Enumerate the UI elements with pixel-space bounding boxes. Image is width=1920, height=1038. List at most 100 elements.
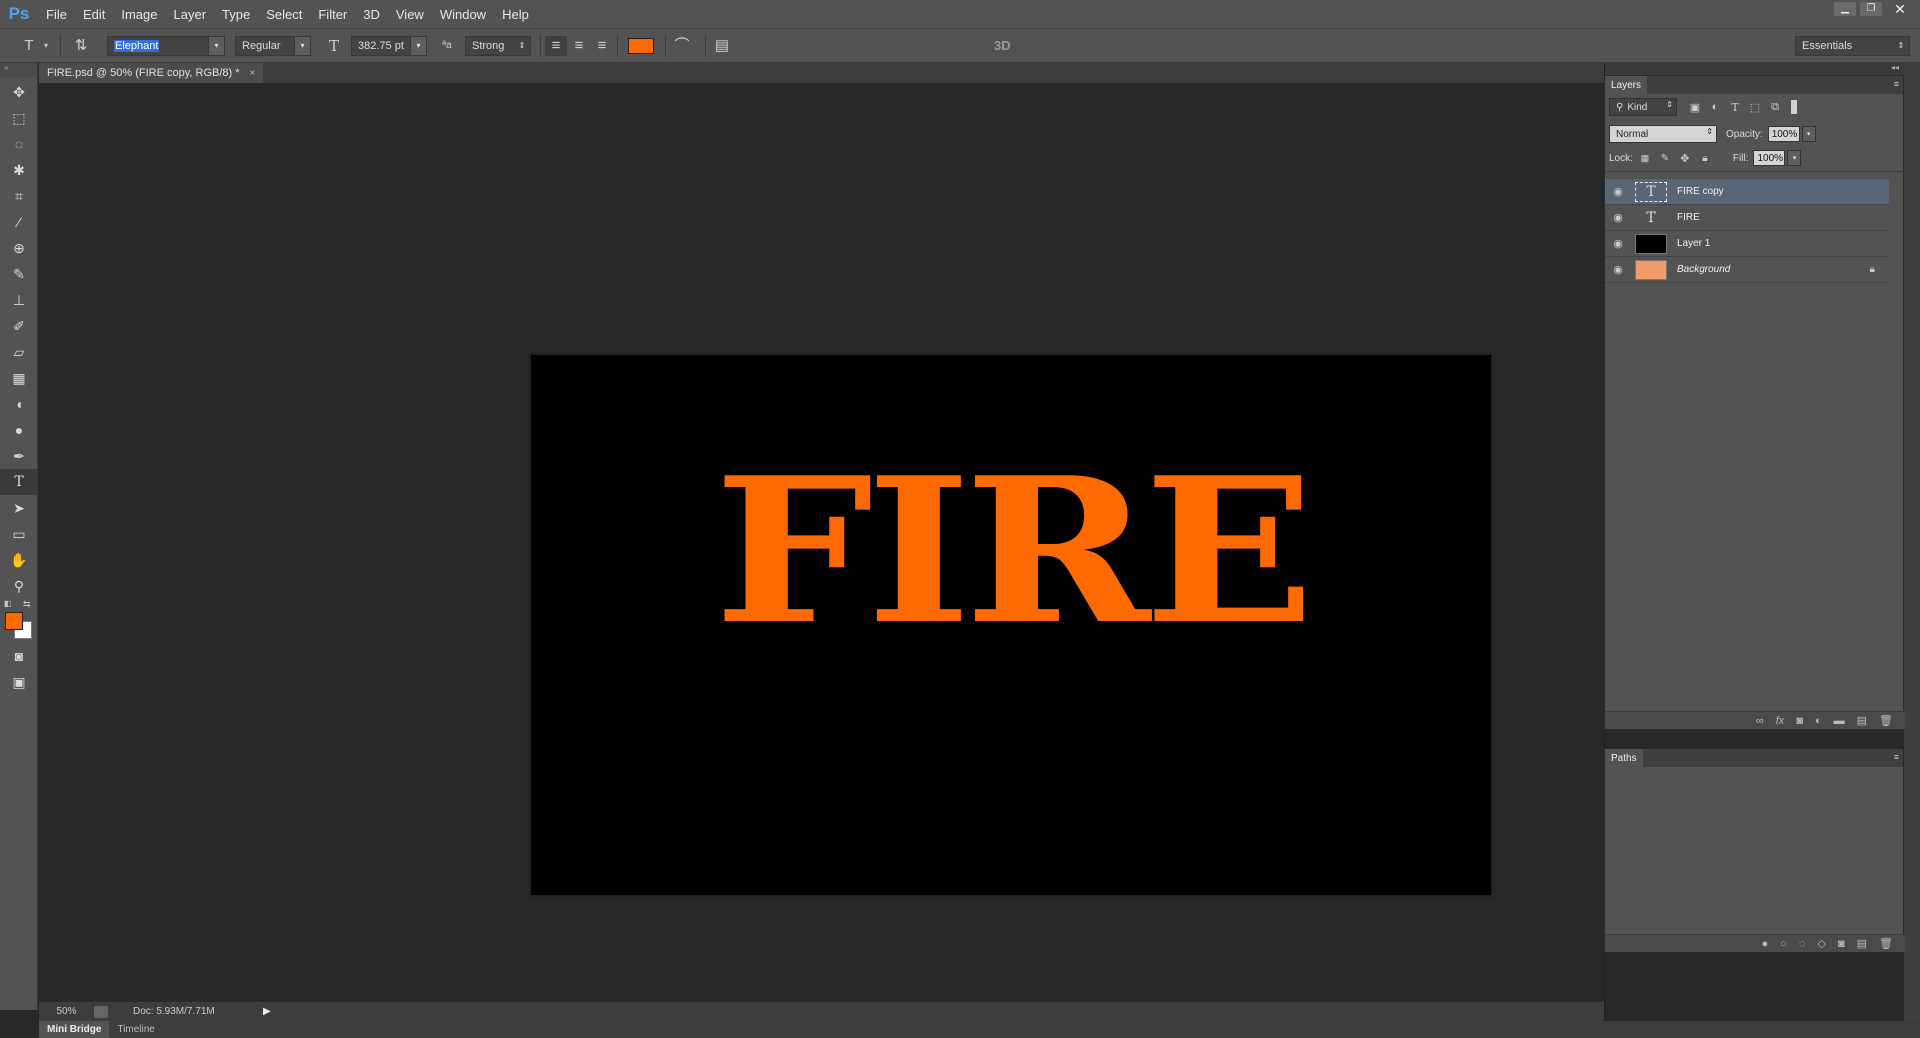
opacity-dropdown-icon[interactable]: ▾: [1801, 126, 1816, 142]
character-panel-icon[interactable]: ▤: [711, 36, 733, 56]
menu-select[interactable]: Select: [258, 0, 310, 28]
fill-input[interactable]: 100%: [1753, 150, 1786, 166]
layer-style-fx-icon[interactable]: fx: [1776, 715, 1785, 727]
path-to-selection-icon[interactable]: ◌: [1799, 938, 1806, 950]
crop-tool-icon[interactable]: ⌗: [0, 183, 38, 209]
visibility-eye-icon[interactable]: ◉: [1605, 185, 1631, 198]
delete-layer-icon[interactable]: 🗑︎: [1879, 714, 1893, 727]
preset-dropdown-icon[interactable]: ▾: [44, 36, 48, 56]
eyedropper-tool-icon[interactable]: ⁄: [0, 209, 38, 235]
align-center-icon[interactable]: ≡: [568, 36, 590, 56]
minimize-button[interactable]: ▁: [1834, 2, 1856, 16]
zoom-level[interactable]: 50%: [39, 1006, 94, 1017]
zoom-tool-icon[interactable]: ⚲: [0, 573, 38, 599]
antialias-select[interactable]: Strong ⇕: [465, 36, 531, 56]
dodge-tool-icon[interactable]: ●: [0, 417, 38, 443]
magic-wand-tool-icon[interactable]: ✱: [0, 157, 38, 183]
new-path-icon[interactable]: ▤: [1857, 937, 1867, 950]
tab-timeline[interactable]: Timeline: [109, 1021, 162, 1038]
restore-button[interactable]: ❐: [1860, 2, 1882, 16]
font-size-input[interactable]: 382.75 pt ▾: [351, 36, 427, 56]
adjustment-layer-icon[interactable]: ◐: [1815, 715, 1822, 727]
type-tool-icon[interactable]: T: [0, 469, 38, 495]
quick-mask-icon[interactable]: ◙: [0, 643, 38, 669]
menu-help[interactable]: Help: [494, 0, 537, 28]
menu-layer[interactable]: Layer: [166, 0, 215, 28]
layer-row-background[interactable]: ◉ Background 🔒︎: [1605, 257, 1889, 283]
panel-menu-icon[interactable]: ≡: [1894, 752, 1899, 762]
fill-dropdown-icon[interactable]: ▾: [1787, 150, 1802, 166]
layer-name[interactable]: FIRE copy: [1677, 186, 1724, 197]
marquee-tool-icon[interactable]: ⬚: [0, 105, 38, 131]
filter-type-icon[interactable]: T: [1725, 101, 1745, 114]
dock-scrollbar[interactable]: [1904, 63, 1920, 1021]
menu-edit[interactable]: Edit: [75, 0, 113, 28]
default-colors-icon[interactable]: ◧: [4, 599, 12, 608]
align-right-icon[interactable]: ≡: [591, 36, 613, 56]
layer-name[interactable]: Background: [1677, 264, 1730, 275]
link-layers-icon[interactable]: ∞: [1756, 715, 1764, 727]
tab-layers[interactable]: Layers: [1605, 76, 1648, 94]
blend-mode-select[interactable]: Normal ⇕: [1609, 125, 1717, 143]
document-tab[interactable]: FIRE.psd @ 50% (FIRE copy, RGB/8) * ×: [39, 63, 264, 83]
healing-brush-tool-icon[interactable]: ⊕: [0, 235, 38, 261]
layer-name[interactable]: Layer 1: [1677, 238, 1710, 249]
status-menu-arrow-icon[interactable]: ▶: [263, 1006, 271, 1017]
close-window-button[interactable]: ✕: [1886, 2, 1914, 16]
move-tool-icon[interactable]: ✥: [0, 79, 38, 105]
pen-tool-icon[interactable]: ✒: [0, 443, 38, 469]
visibility-eye-icon[interactable]: ◉: [1605, 237, 1631, 250]
gradient-tool-icon[interactable]: ▦: [0, 365, 38, 391]
panel-menu-icon[interactable]: ≡: [1894, 79, 1899, 89]
menu-view[interactable]: View: [388, 0, 432, 28]
brush-tool-icon[interactable]: ✎: [0, 261, 38, 287]
dock-collapse-icon[interactable]: ◂◂: [1605, 63, 1920, 75]
text-color-swatch[interactable]: [628, 38, 654, 54]
lock-all-icon[interactable]: 🔒︎: [1695, 153, 1715, 164]
fill-path-icon[interactable]: ●: [1762, 938, 1769, 950]
font-style-select[interactable]: Regular ▾: [235, 36, 311, 56]
path-selection-tool-icon[interactable]: ➤: [0, 495, 38, 521]
layer-row-fire[interactable]: ◉ T FIRE: [1605, 205, 1889, 231]
screen-mode-icon[interactable]: ▣: [0, 669, 38, 695]
visibility-eye-icon[interactable]: ◉: [1605, 211, 1631, 224]
blur-tool-icon[interactable]: ◖: [0, 391, 38, 417]
tab-paths[interactable]: Paths: [1605, 749, 1643, 767]
eraser-tool-icon[interactable]: ▱: [0, 339, 38, 365]
foreground-color-swatch[interactable]: [5, 612, 23, 630]
lock-image-icon[interactable]: ✎: [1655, 153, 1675, 164]
new-group-icon[interactable]: ▬: [1834, 715, 1845, 727]
filter-adjustment-icon[interactable]: ◐: [1705, 101, 1725, 113]
menu-window[interactable]: Window: [432, 0, 494, 28]
align-left-icon[interactable]: ≡: [545, 36, 567, 56]
opacity-input[interactable]: 100%: [1767, 126, 1800, 142]
rectangle-tool-icon[interactable]: ▭: [0, 521, 38, 547]
type-tool-preset-icon[interactable]: T: [18, 36, 40, 56]
filter-pixel-icon[interactable]: ▣: [1685, 101, 1705, 114]
menu-filter[interactable]: Filter: [310, 0, 355, 28]
menu-3d[interactable]: 3D: [355, 0, 388, 28]
hand-tool-icon[interactable]: ✋: [0, 547, 38, 573]
lock-transparent-icon[interactable]: ▦: [1635, 153, 1655, 164]
filter-shape-icon[interactable]: ⬚: [1745, 101, 1765, 114]
lock-position-icon[interactable]: ✥: [1675, 152, 1695, 165]
clone-stamp-tool-icon[interactable]: ⊥: [0, 287, 38, 313]
delete-path-icon[interactable]: 🗑︎: [1879, 937, 1893, 950]
status-info-icon[interactable]: [94, 1005, 108, 1018]
workspace-select[interactable]: Essentials ⇕: [1795, 36, 1910, 56]
font-family-select[interactable]: Elephant ▾: [107, 36, 225, 56]
stroke-path-icon[interactable]: ○: [1780, 938, 1787, 950]
layer-name[interactable]: FIRE: [1677, 212, 1700, 223]
new-layer-icon[interactable]: ▤: [1857, 714, 1867, 727]
toolbox-collapse-icon[interactable]: »: [0, 63, 37, 77]
swap-colors-icon[interactable]: ⇆: [23, 599, 31, 610]
lasso-tool-icon[interactable]: ◌: [0, 131, 38, 157]
filter-kind-select[interactable]: ⚲ Kind ⇕: [1609, 98, 1677, 116]
menu-file[interactable]: File: [38, 0, 75, 28]
document-canvas[interactable]: FIRE: [531, 355, 1491, 895]
selection-to-path-icon[interactable]: ◇: [1818, 937, 1826, 950]
menu-image[interactable]: Image: [113, 0, 165, 28]
layer-row-fire-copy[interactable]: ◉ T FIRE copy: [1605, 179, 1889, 205]
menu-type[interactable]: Type: [214, 0, 258, 28]
layer-row-layer-1[interactable]: ◉ Layer 1: [1605, 231, 1889, 257]
